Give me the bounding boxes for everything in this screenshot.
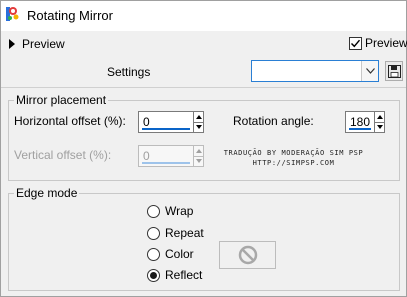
preview-checkbox-label: Preview [365,36,407,50]
radio-button[interactable] [147,226,160,240]
settings-label: Settings [107,65,151,79]
spin-up-icon[interactable] [194,112,203,123]
save-preset-button[interactable] [385,61,403,81]
save-icon [387,64,401,78]
rotation-angle-value: 180 [350,115,371,129]
edge-color-swatch [219,241,276,269]
edge-mode-option-wrap[interactable]: Wrap [147,203,193,219]
edge-mode-option-reflect[interactable]: Reflect [147,267,202,283]
edge-mode-legend: Edge mode [14,186,80,200]
horizontal-offset-value: 0 [143,115,150,129]
dialog-window: Rotating Mirror Preview Preview Settings… [0,0,407,297]
value-slider-bar [142,162,190,164]
vertical-offset-label: Vertical offset (%): [14,148,112,162]
spin-down-icon [194,157,203,167]
spin-arrows[interactable] [375,111,385,133]
radio-button[interactable] [147,204,160,218]
watermark-line-1: TRADUÇÃO BY MODERAÇÃO SIM PSP [223,149,364,157]
radio-label: Reflect [165,268,203,282]
no-color-icon [238,245,257,265]
chevron-down-icon[interactable] [361,61,378,81]
vertical-offset-input: 0 [138,145,194,167]
horizontal-offset-spinner[interactable]: 0 [138,111,204,133]
preview-expander[interactable]: Preview [9,37,65,51]
checkbox-box[interactable] [349,36,362,50]
horizontal-offset-label: Horizontal offset (%): [14,114,126,128]
vertical-offset-spinner: 0 [138,145,204,167]
spin-down-icon[interactable] [194,123,203,133]
spin-up-icon [194,146,203,157]
expand-triangle-icon [9,39,15,49]
radio-button-selected[interactable] [147,268,160,282]
value-slider-bar[interactable] [349,128,371,130]
edge-mode-group: Edge mode [8,186,400,291]
spin-down-icon[interactable] [375,123,384,133]
app-icon [5,6,19,22]
spin-arrows [194,145,204,167]
vertical-offset-value: 0 [143,149,150,163]
translation-watermark: TRADUÇÃO BY MODERAÇÃO SIM PSP HTTP://SIM… [216,148,371,168]
spin-up-icon[interactable] [375,112,384,123]
preview-toggle-label: Preview [22,37,65,51]
rotation-angle-spinner[interactable]: 180 [345,111,385,133]
settings-dropdown[interactable] [251,60,379,82]
radio-label: Wrap [165,204,194,218]
radio-button[interactable] [147,247,160,261]
edge-mode-option-repeat[interactable]: Repeat [147,225,204,241]
watermark-line-2: HTTP://SIMPSP.COM [252,159,335,167]
rotation-angle-label: Rotation angle: [233,114,314,128]
value-slider-bar[interactable] [142,128,190,130]
radio-label: Repeat [165,226,204,240]
rotation-angle-input[interactable]: 180 [345,111,375,133]
spin-arrows[interactable] [194,111,204,133]
horizontal-offset-input[interactable]: 0 [138,111,194,133]
radio-dot [150,271,157,279]
mirror-placement-legend: Mirror placement [14,93,109,107]
title-bar[interactable]: Rotating Mirror [1,1,406,31]
check-icon [351,39,361,47]
edge-mode-option-color[interactable]: Color [147,246,194,262]
mirror-placement-group: Mirror placement [8,93,400,181]
preview-checkbox[interactable]: Preview [349,36,407,50]
separator [1,87,406,88]
radio-label: Color [165,247,194,261]
window-title: Rotating Mirror [27,8,113,23]
